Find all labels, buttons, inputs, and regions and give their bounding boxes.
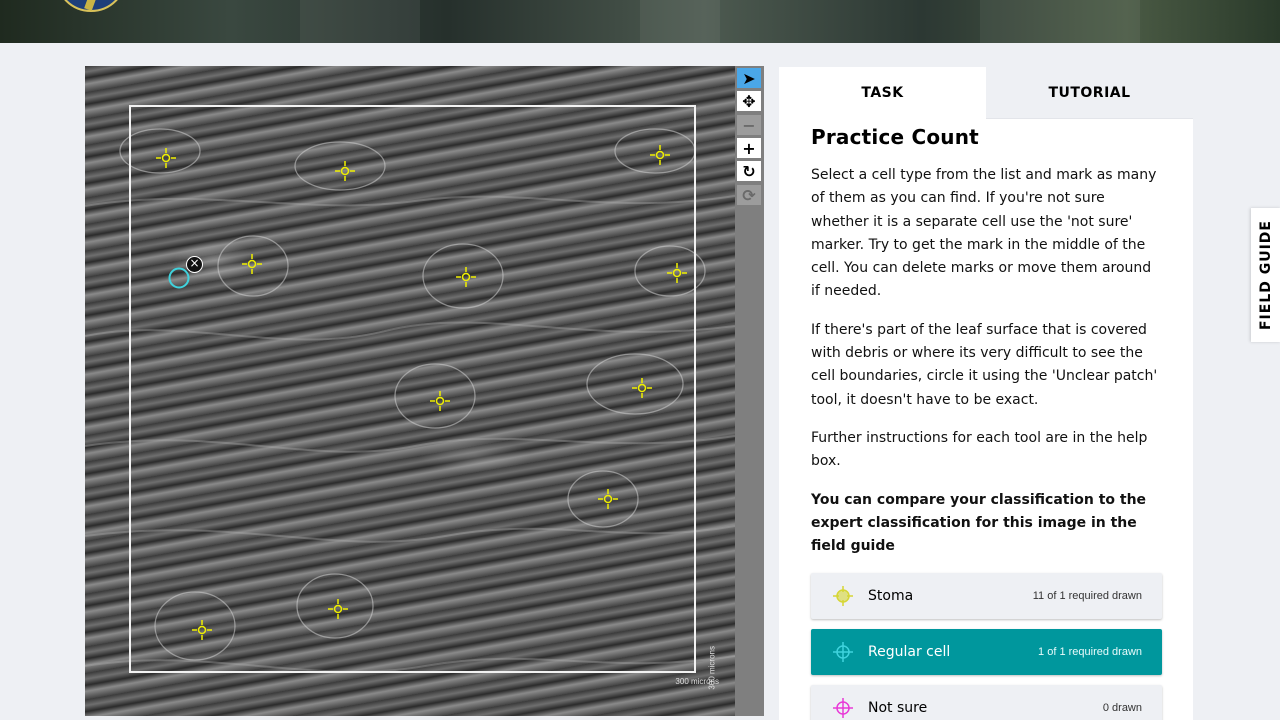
tool-count: 1 of 1 required drawn — [1038, 646, 1142, 659]
scale-bar-label-vertical: 300 microns — [708, 646, 717, 690]
stoma-marker[interactable] — [191, 619, 213, 641]
stoma-marker[interactable] — [429, 390, 451, 412]
not-sure-crosshair-icon — [833, 698, 853, 719]
task-instructions: If there's part of the leaf surface that… — [811, 321, 1158, 408]
regular-cell-marker[interactable] — [168, 267, 190, 289]
pointer-icon[interactable]: ➤ — [737, 68, 761, 88]
stoma-crosshair-icon — [833, 586, 853, 607]
stoma-marker[interactable] — [455, 266, 477, 288]
regular-cell-crosshair-icon — [833, 642, 853, 663]
tool-count: 0 drawn — [1102, 702, 1142, 715]
tab-task[interactable]: TASK — [779, 67, 986, 119]
tool-label: Regular cell — [868, 644, 951, 661]
task-body: Practice Count Select a cell type from t… — [779, 125, 1193, 720]
tool-label: Stoma — [868, 588, 914, 605]
minus-icon[interactable]: − — [737, 115, 761, 135]
banner-photo-detail — [980, 0, 1140, 43]
plus-icon[interactable]: + — [737, 138, 761, 158]
field-guide-label: FIELD GUIDE — [1258, 219, 1275, 331]
field-guide-tab[interactable]: FIELD GUIDE — [1251, 208, 1280, 342]
reset-icon[interactable]: ⟳ — [737, 185, 761, 205]
tool-regular-cell-button[interactable]: Regular cell 1 of 1 required drawn — [811, 629, 1162, 676]
task-tabs: TASK TUTORIAL — [779, 67, 1193, 119]
viewer-toolbar: ➤ ✥ − + ↻ ⟳ — [735, 66, 764, 716]
stoma-marker[interactable] — [649, 144, 671, 166]
field-guide-note: You can compare your classification to t… — [811, 491, 1147, 555]
subject-image-viewer[interactable]: 300 microns 300 microns × — [85, 66, 735, 716]
image-boundary-frame — [129, 105, 696, 673]
project-header-banner — [0, 0, 1280, 43]
project-logo[interactable] — [55, 0, 127, 12]
move-icon[interactable]: ✥ — [737, 91, 761, 111]
stoma-marker[interactable] — [327, 598, 349, 620]
task-title: Practice Count — [811, 125, 979, 149]
delete-mark-icon[interactable]: × — [186, 256, 203, 273]
tool-count: 11 of 1 required drawn — [1032, 590, 1142, 603]
task-instructions: Select a cell type from the list and mar… — [811, 167, 1157, 300]
tool-label: Not sure — [868, 700, 928, 717]
stoma-marker[interactable] — [597, 488, 619, 510]
stoma-marker[interactable] — [334, 160, 356, 182]
task-instructions: Further instructions for each tool are i… — [811, 429, 1148, 470]
tab-tutorial[interactable]: TUTORIAL — [986, 67, 1193, 119]
stoma-marker[interactable] — [631, 377, 653, 399]
task-panel: TASK TUTORIAL Practice Count Select a ce… — [779, 67, 1193, 720]
banner-photo-detail — [300, 0, 420, 43]
banner-photo-detail — [640, 0, 720, 43]
stoma-marker[interactable] — [666, 262, 688, 284]
rotate-icon[interactable]: ↻ — [737, 161, 761, 181]
tool-stoma-button[interactable]: Stoma 11 of 1 required drawn — [811, 573, 1162, 620]
stoma-marker[interactable] — [241, 253, 263, 275]
tool-not-sure-button[interactable]: Not sure 0 drawn — [811, 685, 1162, 720]
stoma-marker[interactable] — [155, 147, 177, 169]
